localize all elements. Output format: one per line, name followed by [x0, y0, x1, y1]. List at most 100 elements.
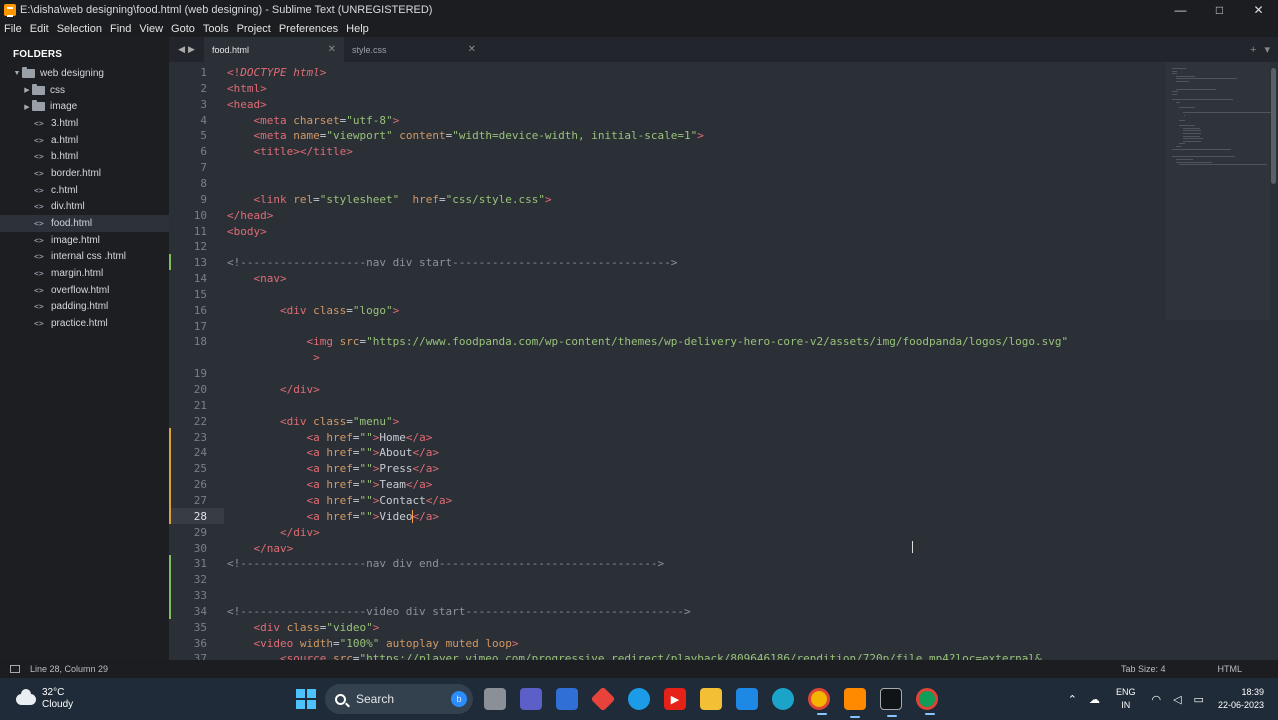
windows-start-icon[interactable] — [296, 689, 316, 709]
menu-help[interactable]: Help — [346, 23, 369, 35]
onedrive-cloud-icon[interactable]: ☁ — [1089, 693, 1100, 706]
sidebar-file[interactable]: <> food.html — [0, 215, 169, 232]
sidebar-file[interactable]: <> padding.html — [0, 299, 169, 316]
code-line[interactable]: 31 <!-------------------nav div end------… — [169, 556, 1169, 572]
code-line[interactable]: 18 <img src="https://www.foodpanda.com/w… — [169, 334, 1169, 350]
sidebar-file[interactable]: <> div.html — [0, 199, 169, 216]
volume-icon[interactable]: ◁ — [1173, 693, 1181, 706]
sidebar-folder-image[interactable]: ▶ image — [0, 98, 169, 115]
minimize-button[interactable]: — — [1161, 0, 1200, 20]
code-line[interactable]: 22 <div class="menu"> — [169, 414, 1169, 430]
sidebar-file[interactable]: <> overflow.html — [0, 282, 169, 299]
code-line[interactable]: 23 <a href="">Home</a> — [169, 430, 1169, 446]
chrome-icon[interactable] — [808, 688, 830, 715]
sidebar-file[interactable]: <> border.html — [0, 165, 169, 182]
code-line[interactable]: 26 <a href="">Team</a> — [169, 477, 1169, 493]
code-line[interactable]: 13 <!-------------------nav div start----… — [169, 255, 1169, 271]
minimap-viewport[interactable] — [1166, 62, 1270, 320]
tab-nav-arrows[interactable]: ◀ ▶ — [169, 37, 204, 62]
code-line[interactable]: 15 — [169, 287, 1169, 303]
code-line[interactable]: 5 <meta name="viewport" content="width=d… — [169, 128, 1169, 144]
code-line[interactable]: 28 <a href="">Video</a> — [169, 509, 1169, 525]
task-view-icon[interactable] — [484, 688, 506, 710]
code-line[interactable]: 27 <a href="">Contact</a> — [169, 493, 1169, 509]
youtube-icon[interactable]: ▶ — [664, 688, 686, 710]
code-line[interactable]: 8 — [169, 176, 1169, 192]
collapse-arrow-icon[interactable]: ▶ — [22, 103, 32, 111]
code-line[interactable]: 30 </nav> — [169, 541, 1169, 557]
tab-size[interactable]: Tab Size: 4 — [1121, 664, 1166, 674]
sidebar-root-folder[interactable]: ▼ web designing — [0, 65, 169, 82]
code-line[interactable]: 21 — [169, 398, 1169, 414]
code-line[interactable]: 33 — [169, 588, 1169, 604]
maximize-button[interactable]: □ — [1200, 0, 1239, 20]
panel-toggle-icon[interactable] — [10, 665, 20, 673]
code-line[interactable]: 6 <title></title> — [169, 144, 1169, 160]
menu-edit[interactable]: Edit — [30, 23, 49, 35]
menu-preferences[interactable]: Preferences — [279, 23, 338, 35]
code-line[interactable]: 17 — [169, 319, 1169, 335]
code-line[interactable]: 24 <a href="">About</a> — [169, 445, 1169, 461]
sidebar-file[interactable]: <> margin.html — [0, 265, 169, 282]
code-line[interactable]: 25 <a href="">Press</a> — [169, 461, 1169, 477]
code-line[interactable]: 29 </div> — [169, 525, 1169, 541]
code-line[interactable]: 32 — [169, 572, 1169, 588]
tab-menu-icon[interactable]: ▾ — [1264, 43, 1270, 56]
code-line[interactable]: 12 — [169, 239, 1169, 255]
language-indicator[interactable]: ENG IN — [1116, 686, 1136, 712]
expand-arrow-icon[interactable]: ▼ — [12, 70, 22, 77]
code-line[interactable]: > — [169, 350, 1169, 366]
collapse-arrow-icon[interactable]: ▶ — [22, 86, 32, 94]
code-line[interactable]: 7 — [169, 160, 1169, 176]
close-tab-icon[interactable]: ✕ — [468, 44, 476, 55]
microsoft-store-icon[interactable] — [556, 688, 578, 710]
vscode-icon[interactable] — [736, 688, 758, 710]
menu-find[interactable]: Find — [110, 23, 131, 35]
sidebar-file[interactable]: <> c.html — [0, 182, 169, 199]
sidebar-file[interactable]: <> internal css .html — [0, 249, 169, 266]
syntax-mode[interactable]: HTML — [1218, 664, 1243, 674]
code-line[interactable]: 34 <!-------------------video div start--… — [169, 604, 1169, 620]
menu-goto[interactable]: Goto — [171, 23, 195, 35]
tab-style-css[interactable]: style.css ✕ — [344, 37, 484, 62]
wifi-icon[interactable]: ◠ — [1151, 693, 1161, 706]
sidebar-file[interactable]: <> b.html — [0, 148, 169, 165]
menu-view[interactable]: View — [139, 23, 163, 35]
chat-icon[interactable] — [520, 688, 542, 710]
sidebar-folder-css[interactable]: ▶ css — [0, 82, 169, 99]
code-line[interactable]: 20 </div> — [169, 382, 1169, 398]
code-line[interactable]: 19 — [169, 366, 1169, 382]
menu-file[interactable]: File — [4, 23, 22, 35]
sidebar-file[interactable]: <> image.html — [0, 232, 169, 249]
edge-icon[interactable] — [772, 688, 794, 710]
menu-project[interactable]: Project — [237, 23, 271, 35]
code-line[interactable]: 35 <div class="video"> — [169, 620, 1169, 636]
anydesk-icon[interactable] — [590, 686, 616, 712]
close-window-button[interactable]: ✕ — [1239, 0, 1278, 20]
terminal-icon[interactable] — [880, 688, 902, 717]
code-line[interactable]: 3 <head> — [169, 97, 1169, 113]
battery-icon[interactable]: ▭ — [1194, 693, 1204, 706]
code-line[interactable]: 1 <!DOCTYPE html> — [169, 65, 1169, 81]
menu-selection[interactable]: Selection — [57, 23, 102, 35]
sidebar-file[interactable]: <> 3.html — [0, 115, 169, 132]
sublime-text-taskbar-icon[interactable] — [844, 688, 866, 718]
arrow-left-icon[interactable]: ◀ — [178, 44, 185, 55]
code-line[interactable]: 11 <body> — [169, 224, 1169, 240]
code-line[interactable]: 16 <div class="logo"> — [169, 303, 1169, 319]
code-line[interactable]: 10 </head> — [169, 208, 1169, 224]
sidebar-file[interactable]: <> a.html — [0, 132, 169, 149]
chevron-up-icon[interactable]: ⌃ — [1068, 693, 1077, 706]
vertical-scrollbar[interactable] — [1271, 68, 1276, 184]
arrow-right-icon[interactable]: ▶ — [188, 44, 195, 55]
close-tab-icon[interactable]: ✕ — [328, 44, 336, 55]
file-explorer-icon[interactable] — [700, 688, 722, 710]
chrome-profile-icon[interactable] — [916, 688, 938, 715]
code-line[interactable]: 36 <video width="100%" autoplay muted lo… — [169, 636, 1169, 652]
menu-tools[interactable]: Tools — [203, 23, 229, 35]
new-tab-icon[interactable]: + — [1250, 44, 1256, 56]
code-line[interactable]: 9 <link rel="stylesheet" href="css/style… — [169, 192, 1169, 208]
minimap[interactable] — [1166, 62, 1278, 660]
clock[interactable]: 18:39 22-06-2023 — [1218, 686, 1264, 712]
weather-widget[interactable]: 32°C Cloudy — [0, 687, 200, 711]
